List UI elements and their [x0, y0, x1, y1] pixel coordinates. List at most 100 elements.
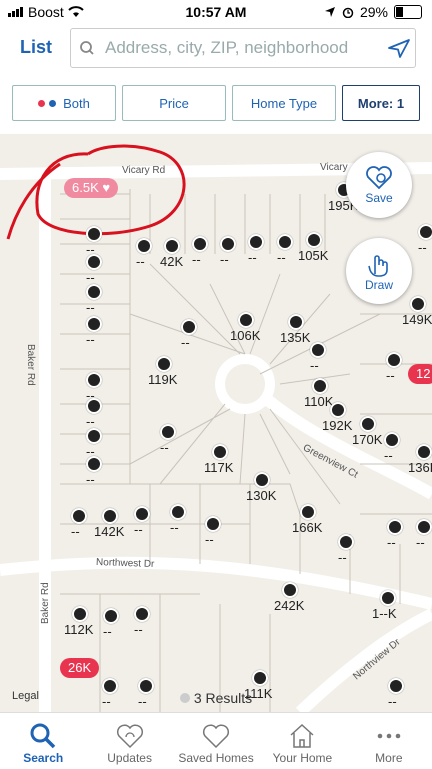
- listing-price-label: --: [418, 240, 427, 255]
- results-label: 3 Results: [193, 690, 253, 706]
- listing-pin[interactable]: [416, 444, 432, 460]
- listing-pin[interactable]: [410, 296, 426, 312]
- listing-price-label: 135K: [280, 330, 311, 345]
- listing-pin[interactable]: [192, 236, 208, 252]
- listing-pin[interactable]: [310, 342, 326, 358]
- listing-pin[interactable]: [387, 519, 403, 535]
- listing-price-label: --: [160, 440, 169, 455]
- battery-percent: 29%: [359, 4, 388, 20]
- listing-pin[interactable]: [212, 444, 228, 460]
- listing-pin[interactable]: [86, 372, 102, 388]
- listing-pin[interactable]: [288, 314, 304, 330]
- save-search-button[interactable]: Save: [346, 152, 412, 218]
- list-button[interactable]: List: [20, 37, 52, 58]
- listing-pin[interactable]: [312, 378, 328, 394]
- tab-saved-homes[interactable]: Saved Homes: [173, 713, 259, 769]
- listing-pin[interactable]: [71, 508, 87, 524]
- listing-pin[interactable]: [86, 284, 102, 300]
- listing-price-label: 136K: [408, 460, 432, 475]
- listing-type-filter-button[interactable]: Both: [12, 85, 116, 121]
- listing-pin[interactable]: [181, 319, 197, 335]
- tab-search[interactable]: Search: [0, 713, 86, 769]
- rent-dot-icon: [49, 99, 57, 107]
- listing-price-label: --: [170, 520, 179, 535]
- listing-pin[interactable]: [238, 312, 254, 328]
- listing-price-label: 110K: [304, 394, 334, 409]
- listing-price-label: 142K: [94, 524, 125, 539]
- listing-price-label: --: [205, 532, 214, 547]
- listing-pin[interactable]: [282, 582, 298, 598]
- price-badge-red[interactable]: 26K: [60, 658, 100, 678]
- listing-pin[interactable]: [277, 234, 293, 250]
- listing-pin[interactable]: [220, 236, 236, 252]
- listing-price-label: --: [181, 335, 190, 350]
- listing-pin[interactable]: [360, 416, 376, 432]
- listing-pin[interactable]: [164, 238, 180, 254]
- listing-price-label: --: [71, 524, 80, 539]
- listing-pin[interactable]: [102, 508, 118, 524]
- listing-pin[interactable]: [103, 608, 119, 624]
- listing-price-label: --: [338, 550, 347, 565]
- listing-pin[interactable]: [160, 424, 176, 440]
- battery-icon: [394, 5, 422, 19]
- listing-pin[interactable]: [86, 428, 102, 444]
- listing-pin[interactable]: [86, 398, 102, 414]
- listing-pin[interactable]: [134, 606, 150, 622]
- listing-pin[interactable]: [330, 402, 346, 418]
- listing-pin[interactable]: [384, 432, 400, 448]
- listing-pin[interactable]: [416, 519, 432, 535]
- listing-pin[interactable]: [86, 226, 102, 242]
- listing-pin[interactable]: [205, 516, 221, 532]
- search-input[interactable]: [101, 37, 383, 59]
- more-filter-button[interactable]: More: 1: [342, 85, 420, 121]
- listing-pin[interactable]: [254, 472, 270, 488]
- price-badge-pink[interactable]: 6.5K ♥: [64, 178, 119, 198]
- listing-pin[interactable]: [86, 316, 102, 332]
- listing-price-label: --: [86, 472, 95, 487]
- listing-pin[interactable]: [306, 232, 322, 248]
- tab-search-label: Search: [23, 751, 64, 765]
- listing-price-label: 105K: [298, 248, 329, 263]
- status-bar: Boost 10:57 AM 29%: [0, 0, 432, 24]
- road-label-baker-rd-2: Baker Rd: [40, 582, 51, 624]
- price-filter-button[interactable]: Price: [122, 85, 226, 121]
- listing-price-label: 106K: [230, 328, 261, 343]
- price-badge-red-edge[interactable]: 12: [408, 364, 432, 384]
- listing-price-label: 242K: [274, 598, 305, 613]
- listing-pin[interactable]: [156, 356, 172, 372]
- price-badge-pink-label: 6.5K: [72, 180, 99, 195]
- listing-pin[interactable]: [418, 224, 432, 240]
- listing-pin[interactable]: [86, 456, 102, 472]
- listing-pin[interactable]: [134, 506, 150, 522]
- listing-pin[interactable]: [248, 234, 264, 250]
- home-icon: [290, 723, 314, 748]
- listing-pin[interactable]: [386, 352, 402, 368]
- road-label-vicary: Vicary: [320, 162, 348, 173]
- listing-pin[interactable]: [170, 504, 186, 520]
- road-label-vicary-rd: Vicary Rd: [122, 165, 166, 176]
- listing-pin[interactable]: [338, 534, 354, 550]
- listing-pin[interactable]: [300, 504, 316, 520]
- search-box[interactable]: [70, 28, 416, 68]
- tab-more[interactable]: More: [346, 713, 432, 769]
- heart-icon: [202, 724, 230, 749]
- draw-button[interactable]: Draw: [346, 238, 412, 304]
- tab-your-home[interactable]: Your Home: [259, 713, 345, 769]
- tab-more-label: More: [375, 751, 403, 765]
- status-right: 29%: [324, 4, 422, 20]
- listing-pin[interactable]: [72, 606, 88, 622]
- map-view[interactable]: Vicary Rd Vicary Baker Rd Baker Rd North…: [0, 134, 432, 712]
- tab-updates[interactable]: Updates: [86, 713, 172, 769]
- listing-pin[interactable]: [252, 670, 268, 686]
- listing-pin[interactable]: [86, 254, 102, 270]
- listing-pin[interactable]: [380, 590, 396, 606]
- listing-price-label: --: [86, 332, 95, 347]
- listing-pin[interactable]: [136, 238, 152, 254]
- listing-price-label: 119K: [148, 372, 178, 387]
- location-arrow-icon[interactable]: [383, 37, 415, 59]
- listing-price-label: --: [384, 448, 393, 463]
- top-bar: List: [0, 24, 432, 72]
- road-label-northwest-dr: Northwest Dr: [95, 556, 155, 571]
- alarm-icon: [342, 7, 354, 18]
- home-type-filter-button[interactable]: Home Type: [232, 85, 336, 121]
